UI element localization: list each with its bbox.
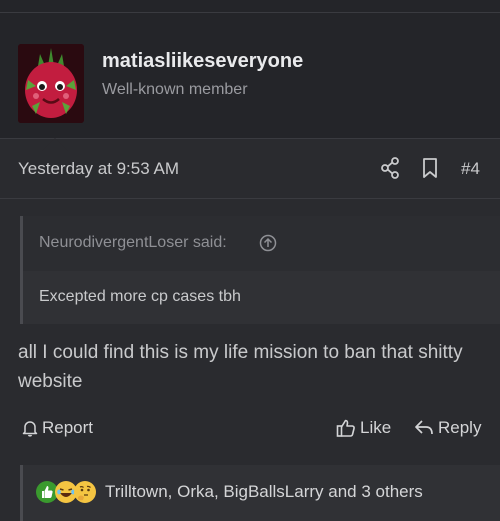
post-timestamp[interactable]: Yesterday at 9:53 AM — [18, 159, 179, 179]
post-message: all I could find this is my life mission… — [18, 342, 463, 392]
user-title: Well-known member — [102, 81, 248, 98]
thinking-icon — [74, 481, 96, 503]
reaction-summary[interactable]: Trilltown, Orka, BigBallsLarry and 3 oth… — [105, 482, 423, 502]
thumbs-up-icon — [336, 419, 355, 437]
quote-block: NeurodivergentLoser said: Excepted more … — [20, 216, 500, 324]
quote-author[interactable]: NeurodivergentLoser said: — [39, 234, 227, 252]
quote-header: NeurodivergentLoser said: — [23, 216, 500, 271]
reply-button[interactable]: Reply — [414, 418, 481, 438]
post-user-header: matiasliikeseveryone Well-known member — [0, 13, 500, 151]
top-divider — [0, 0, 500, 13]
report-label: Report — [42, 418, 94, 437]
share-icon[interactable] — [380, 157, 400, 179]
post-meta-row: Yesterday at 9:53 AM #4 — [0, 140, 500, 199]
dragon-fruit-avatar-image — [18, 44, 84, 123]
quote-text: Excepted more cp cases tbh — [39, 288, 241, 305]
username[interactable]: matiasliikeseveryone — [102, 50, 303, 73]
like-button[interactable]: Like — [336, 418, 391, 438]
report-button[interactable]: Report — [22, 418, 93, 438]
reaction-icons — [35, 480, 97, 506]
like-label: Like — [360, 418, 392, 437]
arrow-up-circle-icon[interactable] — [259, 234, 277, 252]
reply-arrow-icon — [415, 420, 433, 435]
reactions-bar[interactable]: Trilltown, Orka, BigBallsLarry and 3 oth… — [20, 465, 500, 521]
bell-icon — [22, 421, 38, 437]
avatar[interactable] — [18, 44, 84, 123]
reply-label: Reply — [438, 418, 482, 437]
bookmark-icon[interactable] — [421, 157, 439, 179]
post-number-link[interactable]: #4 — [461, 159, 480, 179]
